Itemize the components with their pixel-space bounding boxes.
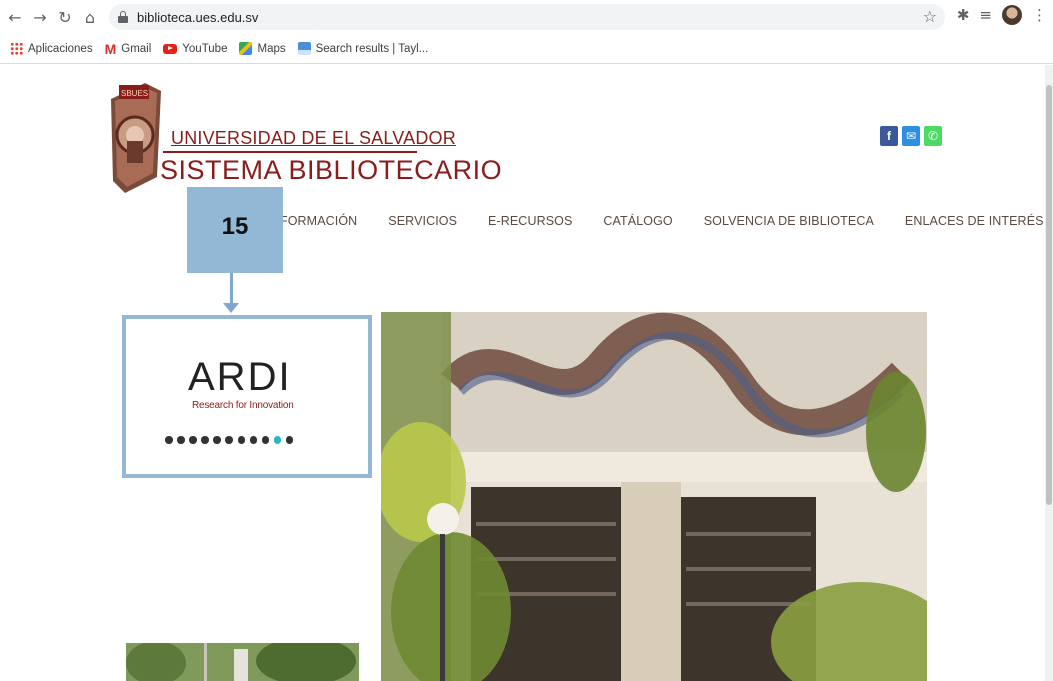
carousel-dot[interactable] bbox=[225, 436, 233, 444]
facebook-icon[interactable]: f bbox=[880, 126, 898, 146]
secondary-photo-thumbnail[interactable] bbox=[126, 643, 359, 681]
carousel-dot[interactable] bbox=[285, 436, 294, 444]
title-divider bbox=[163, 151, 417, 153]
browser-toolbar: ← → ↻ ⌂ biblioteca.ues.edu.sv ☆ ✱ ≡ ⋮ bbox=[0, 0, 1053, 34]
library-building-photo bbox=[381, 312, 927, 681]
callout-arrow-head bbox=[223, 303, 239, 313]
forward-icon[interactable]: → bbox=[29, 6, 51, 28]
menu-item-enlaces[interactable]: ENLACES DE INTERÉS bbox=[905, 214, 1044, 228]
maps-icon bbox=[239, 42, 253, 55]
carousel-dot[interactable] bbox=[177, 436, 185, 444]
bookmark-label: YouTube bbox=[182, 42, 228, 55]
toolbar-right-icons: ✱ ≡ ⋮ bbox=[957, 5, 1047, 25]
page-content: SBUES UNIVERSIDAD DE EL SALVADOR SISTEMA… bbox=[0, 65, 1053, 681]
carousel-dot[interactable] bbox=[273, 436, 282, 444]
carousel-dot[interactable] bbox=[261, 436, 270, 444]
youtube-icon bbox=[163, 43, 178, 54]
gmail-icon: M bbox=[104, 40, 117, 57]
menu-item-servicios[interactable]: SERVICIOS bbox=[388, 214, 457, 228]
bookmark-label: Search results | Tayl... bbox=[315, 42, 429, 55]
carousel-dot[interactable] bbox=[213, 436, 221, 444]
university-name[interactable]: UNIVERSIDAD DE EL SALVADOR bbox=[171, 128, 456, 149]
ardi-subtitle: Research for Innovation bbox=[192, 400, 294, 411]
menu-item-catalogo[interactable]: CATÁLOGO bbox=[603, 214, 672, 228]
apps-grid-icon bbox=[10, 42, 23, 55]
bookmark-maps[interactable]: Maps bbox=[239, 42, 286, 55]
carousel-dot[interactable] bbox=[165, 436, 173, 444]
bookmark-label: Gmail bbox=[121, 42, 152, 55]
extensions-icon[interactable]: ✱ bbox=[957, 6, 970, 24]
phone-icon[interactable]: ✆ bbox=[924, 126, 942, 146]
reading-list-icon[interactable]: ≡ bbox=[979, 6, 992, 24]
nav-buttons: ← → ↻ ⌂ bbox=[4, 6, 101, 28]
page-scrollbar[interactable] bbox=[1045, 65, 1053, 681]
address-bar[interactable]: biblioteca.ues.edu.sv ☆ bbox=[109, 4, 945, 30]
carousel-dot[interactable] bbox=[201, 436, 209, 444]
social-icons: f ✉ ✆ bbox=[880, 126, 942, 146]
carousel-dot[interactable] bbox=[237, 436, 246, 444]
carousel-dots bbox=[165, 436, 294, 444]
ardi-carousel[interactable]: ARDI Research for Innovation bbox=[122, 315, 372, 478]
annotation-callout: 15 bbox=[187, 187, 283, 273]
bookmark-youtube[interactable]: YouTube bbox=[163, 43, 227, 55]
bookmark-apps[interactable]: Aplicaciones bbox=[10, 42, 93, 55]
profile-avatar[interactable] bbox=[1002, 5, 1022, 25]
menu-kebab-icon[interactable]: ⋮ bbox=[1032, 6, 1047, 24]
mail-icon[interactable]: ✉ bbox=[902, 126, 920, 146]
home-icon[interactable]: ⌂ bbox=[79, 6, 101, 28]
back-icon[interactable]: ← bbox=[4, 6, 26, 28]
logo-text: SBUES bbox=[121, 89, 148, 98]
main-menu: FORMACIÓN SERVICIOS E-RECURSOS CATÁLOGO … bbox=[280, 214, 1044, 228]
bookmark-label: Maps bbox=[257, 42, 286, 55]
carousel-dot[interactable] bbox=[249, 436, 258, 444]
system-name[interactable]: SISTEMA BIBLIOTECARIO bbox=[160, 155, 502, 186]
menu-item-solvencia[interactable]: SOLVENCIA DE BIBLIOTECA bbox=[704, 214, 874, 228]
ardi-title: ARDI bbox=[188, 355, 292, 399]
bookmark-search-results[interactable]: Search results | Tayl... bbox=[297, 42, 429, 55]
menu-item-e-recursos[interactable]: E-RECURSOS bbox=[488, 214, 572, 228]
search-results-icon bbox=[297, 42, 311, 55]
bookmarks-bar: Aplicaciones M Gmail YouTube Maps Search… bbox=[0, 34, 1053, 64]
bookmark-label: Aplicaciones bbox=[28, 42, 93, 55]
carousel-dot[interactable] bbox=[189, 436, 197, 444]
bookmark-gmail[interactable]: M Gmail bbox=[105, 42, 152, 56]
reload-icon[interactable]: ↻ bbox=[54, 6, 76, 28]
url-text: biblioteca.ues.edu.sv bbox=[137, 9, 259, 25]
sbues-logo[interactable]: SBUES bbox=[105, 77, 167, 195]
scrollbar-thumb[interactable] bbox=[1046, 85, 1052, 505]
bookmark-star-icon[interactable]: ☆ bbox=[923, 7, 937, 27]
callout-number: 15 bbox=[221, 213, 249, 240]
lock-icon bbox=[118, 11, 128, 23]
menu-item-formacion[interactable]: FORMACIÓN bbox=[280, 214, 357, 228]
